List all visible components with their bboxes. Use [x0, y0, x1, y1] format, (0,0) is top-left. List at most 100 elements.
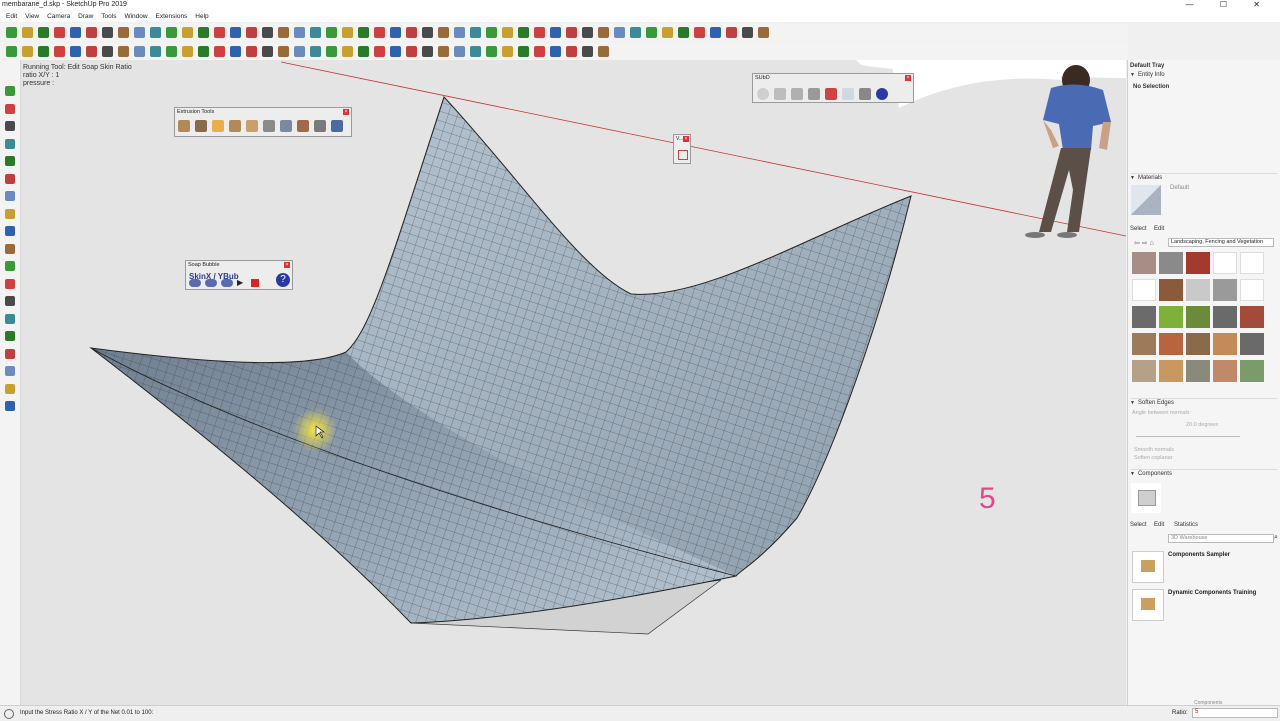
secondary-tool-icon[interactable] [534, 45, 545, 57]
secondary-tool-icon[interactable] [550, 45, 561, 57]
menu-draw[interactable]: Draw [78, 13, 93, 20]
secondary-tool-icon[interactable] [54, 45, 65, 57]
material-library-select[interactable]: Landscaping, Fencing and Vegetation [1168, 238, 1274, 247]
main-tool-icon[interactable] [198, 26, 209, 38]
main-tool-icon[interactable] [150, 26, 161, 38]
material-swatch[interactable] [1213, 360, 1237, 382]
left-tool-icon[interactable] [5, 383, 15, 394]
main-tool-icon[interactable] [278, 26, 289, 38]
main-tool-icon[interactable] [38, 26, 49, 38]
material-swatch[interactable] [1240, 306, 1264, 328]
secondary-tool-icon[interactable] [22, 45, 33, 57]
materials-tab-edit[interactable]: Edit [1154, 226, 1164, 232]
secondary-tool-icon[interactable] [86, 45, 97, 57]
material-swatch[interactable] [1213, 252, 1237, 274]
soap-bubble-palette[interactable]: Soap Bubble × SkinX / YBub ▶ ? [185, 260, 293, 290]
material-swatch[interactable] [1213, 279, 1237, 301]
left-tool-icon[interactable] [5, 226, 15, 236]
material-swatch[interactable] [1240, 252, 1264, 274]
entity-info-header[interactable]: ▼ Entity Info [1130, 72, 1165, 78]
dynamic-components-thumb[interactable] [1132, 589, 1164, 621]
menu-help[interactable]: Help [195, 13, 208, 20]
secondary-tool-icon[interactable] [390, 45, 401, 57]
extrusion-tools-palette[interactable]: Extrusion Tools × [174, 107, 352, 137]
material-swatch[interactable] [1159, 252, 1183, 274]
close-icon[interactable]: × [905, 75, 911, 81]
left-tool-icon[interactable] [5, 103, 15, 114]
left-tool-icon[interactable] [5, 191, 15, 201]
menu-tools[interactable]: Tools [101, 13, 116, 20]
close-icon[interactable]: × [284, 262, 290, 268]
material-swatch[interactable] [1186, 333, 1210, 355]
secondary-tool-icon[interactable] [150, 45, 161, 57]
secondary-tool-icon[interactable] [598, 45, 609, 57]
menu-extensions[interactable]: Extensions [156, 13, 188, 20]
left-tool-icon[interactable] [5, 331, 15, 341]
main-tool-icon[interactable] [630, 26, 641, 38]
secondary-tool-icon[interactable] [422, 45, 433, 57]
main-tool-icon[interactable] [70, 26, 81, 38]
membrane-surface[interactable] [89, 96, 912, 624]
material-swatch[interactable] [1240, 333, 1264, 355]
main-tool-icon[interactable] [214, 26, 225, 38]
bubble-icon[interactable] [221, 279, 233, 287]
left-tool-icon[interactable] [5, 208, 15, 219]
main-tool-icon[interactable] [518, 26, 529, 38]
main-tool-icon[interactable] [134, 26, 145, 38]
main-tool-icon[interactable] [406, 26, 417, 38]
search-icon[interactable]: ⌕ [1274, 534, 1278, 542]
main-tool-icon[interactable] [342, 26, 353, 38]
components-header[interactable]: ▼ Components [1130, 469, 1278, 477]
left-tool-icon[interactable] [5, 138, 15, 149]
smooth-normals-checkbox[interactable]: Smooth normals [1134, 447, 1174, 453]
secondary-tool-icon[interactable] [38, 45, 49, 57]
main-tool-icon[interactable] [438, 26, 449, 38]
components-tab-statistics[interactable]: Statistics [1174, 522, 1198, 528]
extrude-face-icon[interactable] [263, 120, 275, 132]
menu-edit[interactable]: Edit [6, 13, 17, 20]
subd-knife-icon[interactable] [808, 88, 820, 100]
extrude-edges-icon[interactable] [178, 120, 190, 132]
main-tool-icon[interactable] [614, 26, 625, 38]
main-tool-icon[interactable] [742, 26, 753, 38]
main-tool-icon[interactable] [358, 26, 369, 38]
left-tool-icon[interactable] [5, 121, 15, 131]
dynamic-components-title[interactable]: Dynamic Components Training [1168, 590, 1256, 596]
main-tool-icon[interactable] [710, 26, 721, 38]
main-tool-icon[interactable] [294, 26, 305, 38]
secondary-tool-icon[interactable] [438, 45, 449, 57]
main-tool-icon[interactable] [102, 26, 113, 38]
secondary-tool-icon[interactable] [182, 45, 193, 57]
subd-refresh-icon[interactable] [859, 88, 871, 100]
component-sampler-title[interactable]: Components Sampler [1168, 552, 1230, 558]
extrude-rails-icon[interactable] [212, 120, 224, 132]
secondary-tool-icon[interactable] [230, 45, 241, 57]
window-controls[interactable]: — ☐ ✕ [1186, 0, 1272, 9]
secondary-tool-icon[interactable] [566, 45, 577, 57]
close-icon[interactable]: × [683, 136, 689, 142]
subd-palette[interactable]: SUbD × [752, 73, 914, 103]
main-tool-icon[interactable] [566, 26, 577, 38]
main-tool-icon[interactable] [758, 26, 769, 38]
left-tool-icon[interactable] [5, 86, 15, 96]
secondary-tool-icon[interactable] [374, 45, 385, 57]
secondary-tool-icon[interactable] [342, 45, 353, 57]
main-tool-icon[interactable] [246, 26, 257, 38]
help-icon[interactable]: ? [276, 273, 290, 287]
main-tool-icon[interactable] [118, 26, 129, 38]
secondary-tool-icon[interactable] [358, 45, 369, 57]
main-tool-icon[interactable] [326, 26, 337, 38]
material-swatch[interactable] [1132, 279, 1156, 301]
extrude-tube-icon[interactable] [314, 120, 326, 132]
material-swatch[interactable] [1132, 306, 1156, 328]
subd-smooth-icon[interactable] [791, 88, 803, 100]
components-tab-edit[interactable]: Edit [1154, 522, 1164, 528]
material-swatch[interactable] [1159, 306, 1183, 328]
left-tool-icon[interactable] [5, 313, 15, 324]
material-swatch[interactable] [1132, 252, 1156, 274]
material-swatch[interactable] [1186, 279, 1210, 301]
main-tool-icon[interactable] [374, 26, 385, 38]
material-swatch[interactable] [1186, 360, 1210, 382]
secondary-tool-icon[interactable] [70, 45, 81, 57]
secondary-tool-icon[interactable] [6, 45, 17, 57]
